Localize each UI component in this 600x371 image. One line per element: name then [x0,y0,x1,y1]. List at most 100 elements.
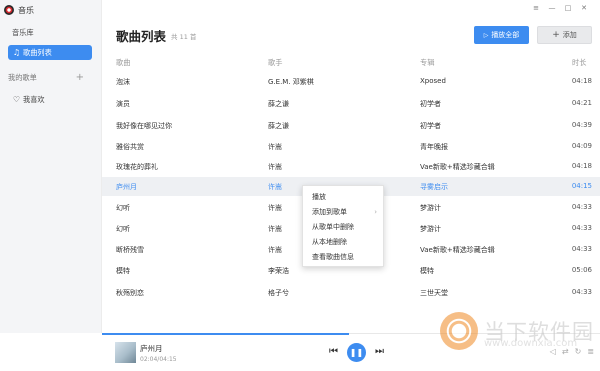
menu-item-label: 从本地删除 [312,237,347,246]
table-row[interactable]: 秋殇别恋 格子兮 三世天堂 04:33 [102,283,600,302]
album-name: Xposed [420,77,446,85]
album-name: Vae新歌+精选珍藏合辑 [420,163,495,171]
column-header-album[interactable]: 专辑 [420,58,434,68]
artist-name: G.E.M. 邓紫棋 [268,78,314,86]
album-name: 梦游计 [420,204,441,212]
menu-item-label: 查看歌曲信息 [312,252,354,261]
pause-icon: ❚❚ [349,348,364,357]
song-title: 泡沫 [116,78,130,86]
album-name: 寻雾启示 [420,183,448,191]
album-cover[interactable] [115,342,136,363]
add-button[interactable]: + 添加 [537,26,592,44]
menu-item-label: 播放 [312,192,326,201]
page-title: 歌曲列表 [116,29,167,44]
artist-name: 许嵩 [268,246,282,254]
song-title: 庐州月 [116,183,137,191]
column-header-duration[interactable]: 时长 [572,58,586,68]
minimize-icon[interactable]: — [546,3,558,13]
song-title: 幻听 [116,204,130,212]
duration: 04:33 [571,224,592,232]
add-playlist-icon[interactable]: + [76,73,84,83]
pause-button[interactable]: ❚❚ [347,343,366,362]
heart-outline-icon: ♡ [12,95,21,104]
table-row[interactable]: 演员 薛之谦 初学者 04:21 [102,94,600,113]
now-playing-time: 02:04/04:15 [140,356,177,363]
maximize-icon[interactable]: □ [562,3,574,13]
artist-name: 许嵩 [268,183,282,191]
app-header: 音乐 [4,4,34,16]
song-title: 秋殇别恋 [116,289,144,297]
play-all-label: 播放全部 [491,31,520,39]
menu-item-label: 从歌单中删除 [312,222,354,231]
column-header-artist[interactable]: 歌手 [268,58,282,68]
duration: 04:39 [571,121,592,129]
close-icon[interactable]: ✕ [578,3,590,13]
duration: 04:33 [571,245,592,253]
album-name: 三世天堂 [420,289,448,297]
duration: 04:21 [571,99,592,107]
album-name: 青年晚报 [420,143,448,151]
add-label: 添加 [562,31,577,39]
song-title: 模特 [116,267,130,275]
watermark-logo-icon [440,312,478,350]
artist-name: 许嵩 [268,143,282,151]
duration: 05:06 [571,266,592,274]
song-title: 雅俗共赏 [116,143,144,151]
artist-name: 许嵩 [268,225,282,233]
artist-name: 李荣浩 [268,267,289,275]
vinyl-record-icon [4,5,14,15]
duration: 04:09 [571,142,592,150]
album-name: 初学者 [420,100,441,108]
song-title: 演员 [116,100,130,108]
album-name: 初学者 [420,122,441,130]
song-title: 玫瑰花的葬礼 [116,163,158,171]
artist-name: 许嵩 [268,163,282,171]
artist-name: 格子兮 [268,289,289,297]
menu-item-remove-from-playlist[interactable]: 从歌单中删除 [303,219,383,234]
menu-icon[interactable]: ≡ [530,3,542,13]
sidebar: 音乐 音乐库 ♫ 歌曲列表 我的歌单 + ♡ 我喜欢 [0,0,102,333]
duration: 04:15 [571,182,592,190]
music-note-icon: ♫ [12,48,21,57]
song-title: 幻听 [116,225,130,233]
column-header-song[interactable]: 歌曲 [116,58,130,68]
album-name: Vae新歌+精选珍藏合辑 [420,246,495,254]
album-name: 模特 [420,267,434,275]
duration: 04:33 [571,203,592,211]
playback-progress[interactable] [102,333,349,335]
duration: 04:33 [571,288,592,296]
artist-name: 许嵩 [268,204,282,212]
sidebar-item-label: 音乐库 [12,27,34,37]
play-icon: ▷ [483,31,489,39]
artist-name: 薛之谦 [268,100,289,108]
sidebar-item-favorites[interactable]: ♡ 我喜欢 [8,92,92,107]
menu-item-play[interactable]: 播放 [303,189,383,204]
duration: 04:18 [571,77,592,85]
menu-item-label: 添加到歌单 [312,207,347,216]
sidebar-item-playlist[interactable]: ♫ 歌曲列表 [8,45,92,60]
song-title: 断桥残雪 [116,246,144,254]
sidebar-item-label: 我喜欢 [23,94,45,104]
album-name: 梦游计 [420,225,441,233]
sidebar-item-label: 歌曲列表 [23,47,52,57]
menu-item-song-info[interactable]: 查看歌曲信息 [303,249,383,264]
table-row[interactable]: 雅俗共赏 许嵩 青年晚报 04:09 [102,137,600,156]
song-count: 共 11 首 [171,33,197,41]
play-all-button[interactable]: ▷ 播放全部 [474,26,529,44]
next-icon[interactable]: ⏭ [375,346,384,357]
section-label: 我的歌单 [8,73,37,82]
song-title: 我好像在哪见过你 [116,122,172,130]
window-controls: ≡ — □ ✕ [530,3,590,13]
artist-name: 薛之谦 [268,122,289,130]
table-row[interactable]: 我好像在哪见过你 薛之谦 初学者 04:39 [102,116,600,135]
menu-item-add-to-playlist[interactable]: 添加到歌单 › [303,204,383,219]
menu-item-delete-local[interactable]: 从本地删除 [303,234,383,249]
table-row[interactable]: 玫瑰花的葬礼 许嵩 Vae新歌+精选珍藏合辑 04:18 [102,157,600,176]
sidebar-item-library[interactable]: 音乐库 [8,25,92,40]
plus-icon: + [552,29,560,40]
app-title: 音乐 [18,5,34,15]
watermark-url: www.downxia.com [484,338,578,349]
table-row[interactable]: 泡沫 G.E.M. 邓紫棋 Xposed 04:18 [102,72,600,91]
now-playing-title: 庐州月 [140,344,163,353]
previous-icon[interactable]: ⏮ [329,346,338,357]
